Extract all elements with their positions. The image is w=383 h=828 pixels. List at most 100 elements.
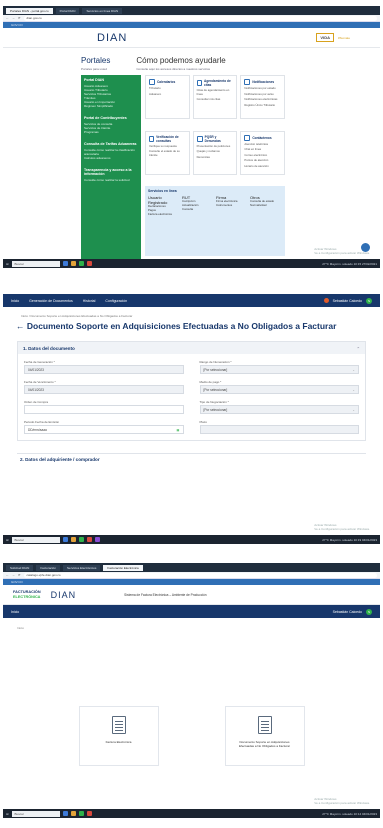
taskbar-search[interactable]: Buscar — [11, 536, 60, 543]
portal-link[interactable]: Consulte cómo realizar la solicitud — [84, 178, 138, 182]
taskbar-app-icon[interactable] — [78, 537, 84, 542]
portal-link[interactable]: Cálculos aduaneros — [84, 156, 138, 160]
system-tray[interactable]: 27°C Mayorm. soleado 10:15 27/02/2021 — [322, 262, 377, 266]
help-card-link[interactable]: Verifique su respuesta — [149, 144, 186, 149]
portal-group-title[interactable]: Consulta de Tarifas Aduaneras — [84, 142, 138, 146]
browser-tab[interactable]: Servicios Electrónicos — [63, 564, 101, 571]
help-card-link[interactable]: Consulte el estado de su trámite — [149, 149, 186, 157]
nav-generacion[interactable]: Generación de Documentos — [29, 299, 73, 303]
input-field[interactable]: 04/01/2023 — [24, 365, 184, 374]
windows-start-icon[interactable]: ⊞ — [6, 538, 9, 542]
service-column[interactable]: Usuario Registrado Declaraciones Pagos Fact… — [148, 195, 180, 216]
tile-factura-electronica[interactable]: Factura Electrónica — [78, 706, 159, 766]
user-menu[interactable]: Sebastián Caicedo S — [333, 608, 372, 615]
nav-historial[interactable]: Historial — [83, 299, 96, 303]
url-input[interactable]: dian.gov.co — [23, 15, 377, 21]
input-field[interactable] — [24, 405, 184, 414]
help-card[interactable]: Agendamiento de citas Citas de agendamien… — [192, 75, 238, 119]
service-link[interactable]: Instrumentos — [216, 203, 248, 208]
portal-group-title[interactable]: Transparencia y acceso a la información — [84, 168, 138, 176]
select-field[interactable]: [Por seleccionar] ⌄ — [199, 365, 359, 374]
section-adquiriente[interactable]: 2. Datos del adquiriente / comprador — [17, 453, 366, 465]
system-tray[interactable]: 27°C Mayorm. soleado 10:14 04/01/2023 — [322, 812, 377, 816]
tile-documento-soporte[interactable]: Documento Soporte en Adquisiciones Efect… — [224, 706, 305, 766]
portal-link[interactable]: Programas — [84, 130, 138, 134]
calendar-icon[interactable]: ▦ — [176, 428, 179, 432]
help-card[interactable]: PQSR y Denuncias Presentación de peticion… — [192, 130, 238, 175]
help-card-link[interactable]: Horario de atención — [244, 164, 281, 169]
service-column[interactable]: Firma Firma electrónica Instrumentos — [216, 195, 248, 216]
service-column[interactable]: Otros Consulta de estado Normatividad — [250, 195, 282, 216]
taskbar-app-icon[interactable] — [86, 261, 92, 266]
taskbar-app-icon[interactable] — [62, 811, 68, 816]
nav-inicio[interactable]: Inicio — [11, 610, 19, 614]
back-icon[interactable]: ← — [6, 16, 9, 20]
help-card[interactable]: Verificación de consultas Verifique su re… — [145, 130, 190, 175]
help-card-link[interactable]: Tributario — [149, 86, 186, 91]
browser-tab[interactable]: Portales DIAN - portal.gov.co — [6, 7, 53, 14]
taskbar-app-icon[interactable] — [70, 537, 76, 542]
taskbar-app-icon[interactable] — [78, 811, 84, 816]
help-card-link[interactable]: Notificaciones electrónicas — [244, 98, 281, 102]
select-field[interactable]: [Por seleccionar] ⌄ — [199, 405, 359, 414]
help-card-link[interactable]: Denuncias — [197, 155, 234, 160]
chevron-down-icon[interactable]: ⌄ — [352, 388, 355, 392]
service-link[interactable]: Factura electrónica — [148, 212, 180, 217]
help-card-link[interactable]: Citas de agendamiento en línea — [197, 88, 234, 96]
breadcrumb[interactable]: Inicio — [3, 618, 380, 630]
browser-tab[interactable]: Facturación Electrónica — [103, 564, 143, 571]
browser-tab[interactable]: Servicios en línea DIAN — [82, 7, 123, 14]
taskbar-app-icon[interactable] — [62, 537, 68, 542]
help-card-link[interactable]: Consultar mis citas — [197, 98, 234, 102]
user-menu[interactable]: Sebastián Caicedo S — [323, 297, 372, 304]
dian-logo[interactable]: DIAN — [51, 590, 77, 600]
notification-icon[interactable] — [323, 298, 329, 303]
help-card[interactable]: Notificaciones Notificaciones por estado N… — [240, 75, 285, 119]
windows-start-icon[interactable]: ⊞ — [6, 262, 9, 266]
url-input[interactable]: catalogo-vpfe.dian.gov.co — [23, 572, 377, 578]
system-tray[interactable]: 27°C Mayorm. soleado 10:19 04/01/2023 — [322, 538, 377, 542]
taskbar-app-icon[interactable] — [86, 811, 92, 816]
help-card-link[interactable]: Puntos de atención — [244, 159, 281, 163]
browser-tab[interactable]: Solicitud DIAN — [6, 564, 34, 571]
nav-inicio[interactable]: Inicio — [11, 299, 19, 303]
portal-group-title[interactable]: Portal de Contribuyentes — [84, 116, 138, 120]
dian-logo[interactable]: DIAN — [97, 32, 127, 44]
avatar[interactable]: S — [366, 297, 372, 304]
help-card-link[interactable]: Registro Único Tributario — [244, 103, 281, 108]
taskbar-search[interactable]: Buscar — [11, 810, 60, 817]
portal-link[interactable]: Régimen Simplificado — [84, 104, 138, 108]
input-field[interactable]: 04/01/2023 — [24, 385, 184, 394]
portal-group-title[interactable]: Portal DIAN — [84, 78, 138, 82]
taskbar-app-icon[interactable] — [78, 261, 84, 266]
back-icon[interactable]: ← — [6, 573, 9, 577]
taskbar-app-icon[interactable] — [94, 537, 100, 542]
help-card-link[interactable]: Quejas y reclamos — [197, 150, 234, 154]
portal-link[interactable]: Consulte cómo realizar la clasificación … — [84, 148, 138, 156]
reload-icon[interactable]: ⟳ — [18, 573, 21, 577]
chevron-up-icon[interactable]: ⌃ — [357, 346, 360, 351]
help-card[interactable]: Calendarios Tributario Aduanero — [145, 75, 190, 119]
forward-icon[interactable]: → — [12, 16, 15, 20]
breadcrumb[interactable]: Inicio / Documento Soporte en Adquisicio… — [3, 307, 380, 318]
select-field[interactable]: [Por seleccionar] ⌄ — [199, 385, 359, 394]
service-column[interactable]: RUT Inscripción Actualización Consulta — [182, 195, 214, 216]
help-card-link[interactable]: Chat en línea — [244, 148, 281, 152]
nav-configuracion[interactable]: Configuración — [105, 299, 127, 303]
taskbar-app-icon[interactable] — [70, 811, 76, 816]
input-field[interactable] — [199, 425, 359, 434]
forward-icon[interactable]: → — [12, 573, 15, 577]
service-link[interactable]: Normatividad — [250, 203, 282, 208]
input-field[interactable]: DD/mm/aaaa ▦ — [24, 425, 184, 434]
chevron-down-icon[interactable]: ⌄ — [352, 368, 355, 372]
taskbar-app-icon[interactable] — [86, 537, 92, 542]
help-card-link[interactable]: Presentación de peticiones — [197, 144, 234, 149]
help-card-link[interactable]: Notificaciones por estado — [244, 86, 281, 91]
help-card-link[interactable]: Notificaciones por aviso — [244, 92, 281, 97]
taskbar-app-icon[interactable] — [70, 261, 76, 266]
avatar[interactable]: S — [366, 608, 372, 615]
reload-icon[interactable]: ⟳ — [18, 16, 21, 20]
browser-tab[interactable]: Portal DIAN — [55, 7, 80, 14]
help-card-link[interactable]: Correo electrónico — [244, 153, 281, 158]
taskbar-search[interactable]: Buscar — [11, 260, 60, 267]
